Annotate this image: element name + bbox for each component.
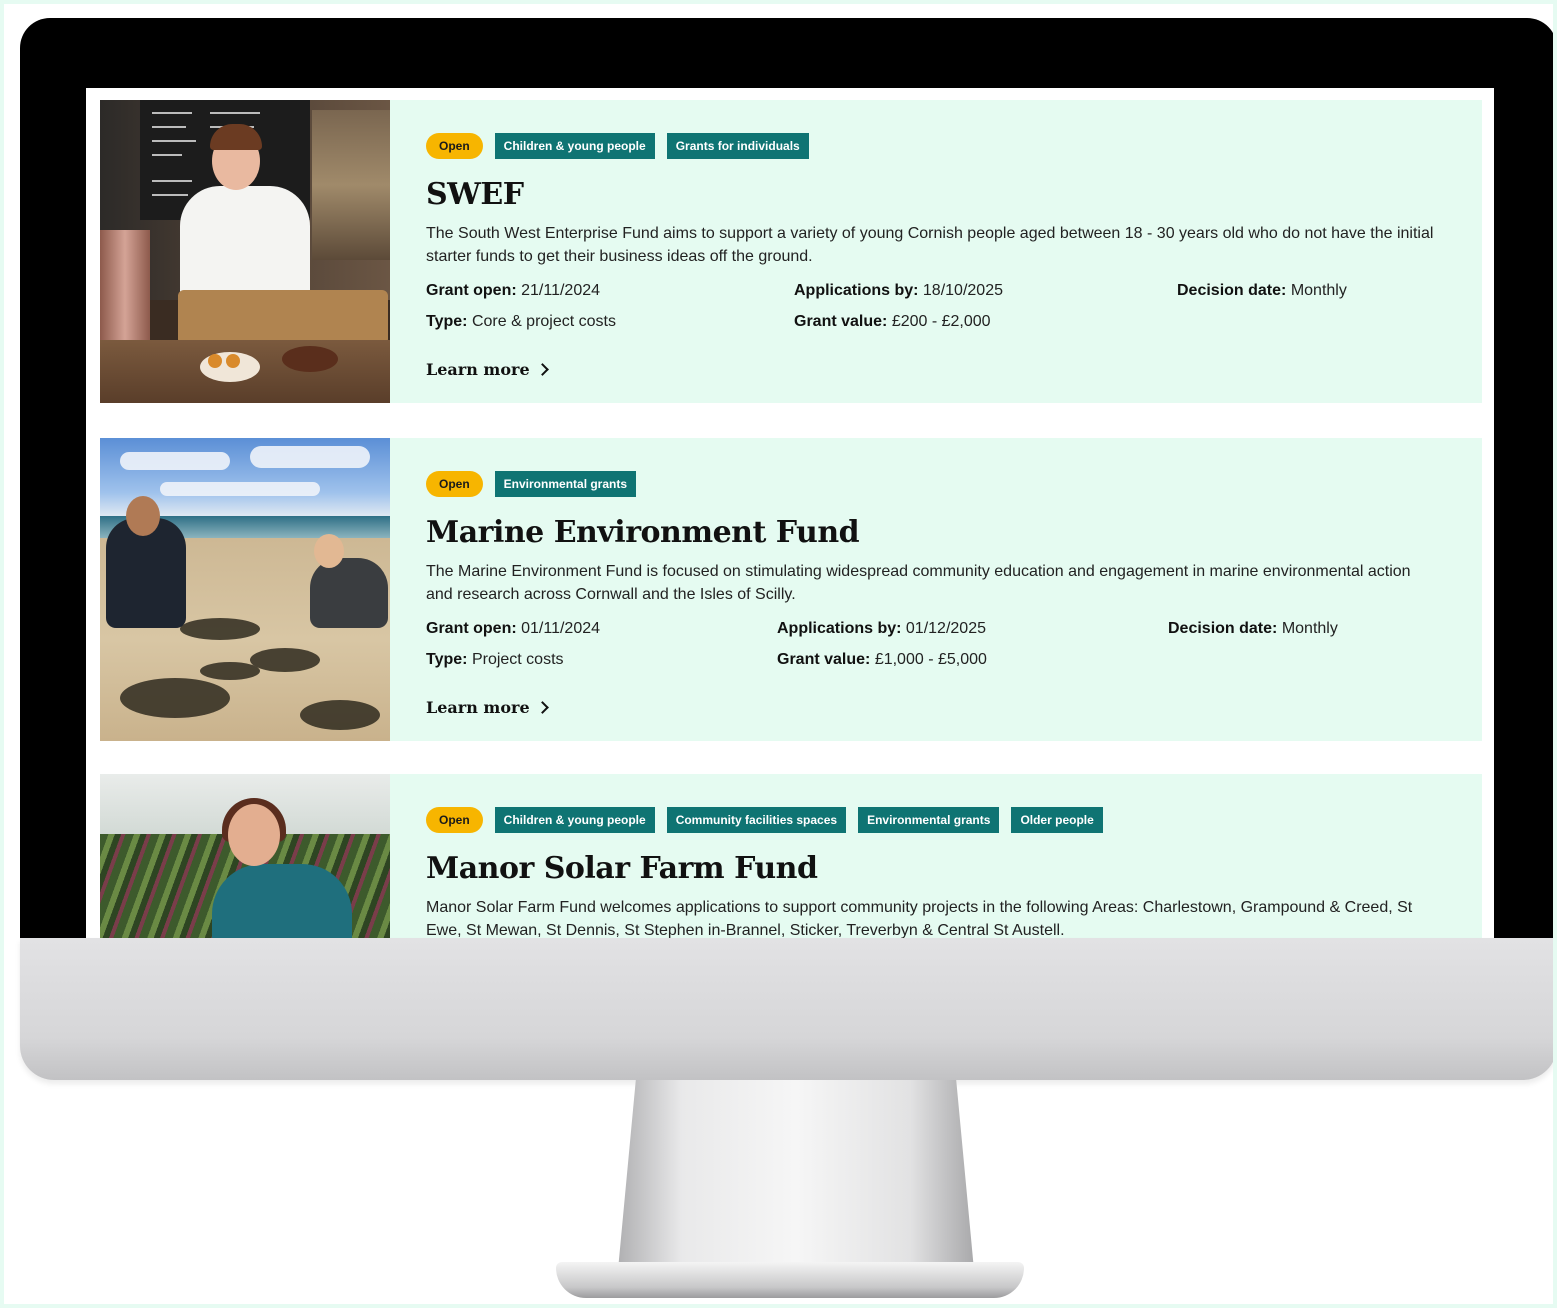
grant-open-label: Grant open: [426,282,517,299]
grant-open-label: Grant open: [426,620,517,637]
chevron-right-icon [535,363,549,376]
type-value: Core & project costs [471,313,616,330]
grant-open-value: 21/11/2024 [521,282,601,299]
decision-date-value: Monthly [1290,282,1347,299]
tag-list: Open Environmental grants [426,470,1482,498]
tag-community-facilities-spaces[interactable]: Community facilities spaces [666,807,847,833]
learn-more-label: Learn more [426,698,530,717]
type-label: Type: [426,313,468,330]
learn-more-label: Learn more [426,360,530,379]
grant-card-manor-solar-farm-fund: Open Children & young people Community f… [100,774,1482,938]
monitor-base [556,1262,1024,1298]
status-badge: Open [426,133,483,159]
status-badge: Open [426,471,483,497]
applications-by-value: 01/12/2025 [905,620,986,637]
grant-meta: Grant open: 01/11/2024 Applications by: … [426,620,1482,682]
monitor-screen: Open Children & young people Grants for … [86,88,1494,938]
type-label: Type: [426,651,468,668]
tag-list: Open Children & young people Community f… [426,806,1482,834]
grant-description: The Marine Environment Fund is focused o… [426,563,1411,603]
grant-card-swef: Open Children & young people Grants for … [100,100,1482,403]
tag-environmental-grants[interactable]: Environmental grants [858,807,1000,833]
monitor-bezel: Open Children & young people Grants for … [20,18,1557,948]
grant-title: SWEF [426,177,524,212]
learn-more-link[interactable]: Learn more [426,360,549,379]
tag-grants-for-individuals[interactable]: Grants for individuals [666,133,809,159]
monitor-stand [618,1080,974,1270]
decision-date-label: Decision date: [1177,282,1287,299]
grant-photo-greenhouse [100,774,390,938]
applications-by-label: Applications by: [794,282,919,299]
grant-description: The South West Enterprise Fund aims to s… [426,225,1434,265]
monitor-chin [20,938,1557,1080]
grant-open-value: 01/11/2024 [521,620,601,637]
grant-title: Marine Environment Fund [426,515,860,550]
type-value: Project costs [471,651,564,668]
grant-value-value: £200 - £2,000 [891,313,991,330]
grant-value-value: £1,000 - £5,000 [874,651,987,668]
learn-more-link[interactable]: Learn more [426,698,549,717]
tag-children-young-people[interactable]: Children & young people [494,807,655,833]
grant-card-marine-environment-fund: Open Environmental grants Marine Environ… [100,438,1482,741]
grant-meta: Grant open: 21/11/2024 Applications by: … [426,282,1482,344]
tag-older-people[interactable]: Older people [1011,807,1103,833]
tag-list: Open Children & young people Grants for … [426,132,1482,160]
decision-date-value: Monthly [1281,620,1338,637]
grant-photo-beach [100,438,390,741]
grant-value-label: Grant value: [794,313,888,330]
grant-photo-cafe [100,100,390,403]
tag-children-young-people[interactable]: Children & young people [494,133,655,159]
applications-by-label: Applications by: [777,620,902,637]
tag-environmental-grants[interactable]: Environmental grants [494,471,637,497]
chevron-right-icon [535,701,549,714]
applications-by-value: 18/10/2025 [922,282,1003,299]
grant-value-label: Grant value: [777,651,871,668]
decision-date-label: Decision date: [1168,620,1278,637]
grant-title: Manor Solar Farm Fund [426,851,818,886]
grant-description: Manor Solar Farm Fund welcomes applicati… [426,899,1413,938]
status-badge: Open [426,807,483,833]
